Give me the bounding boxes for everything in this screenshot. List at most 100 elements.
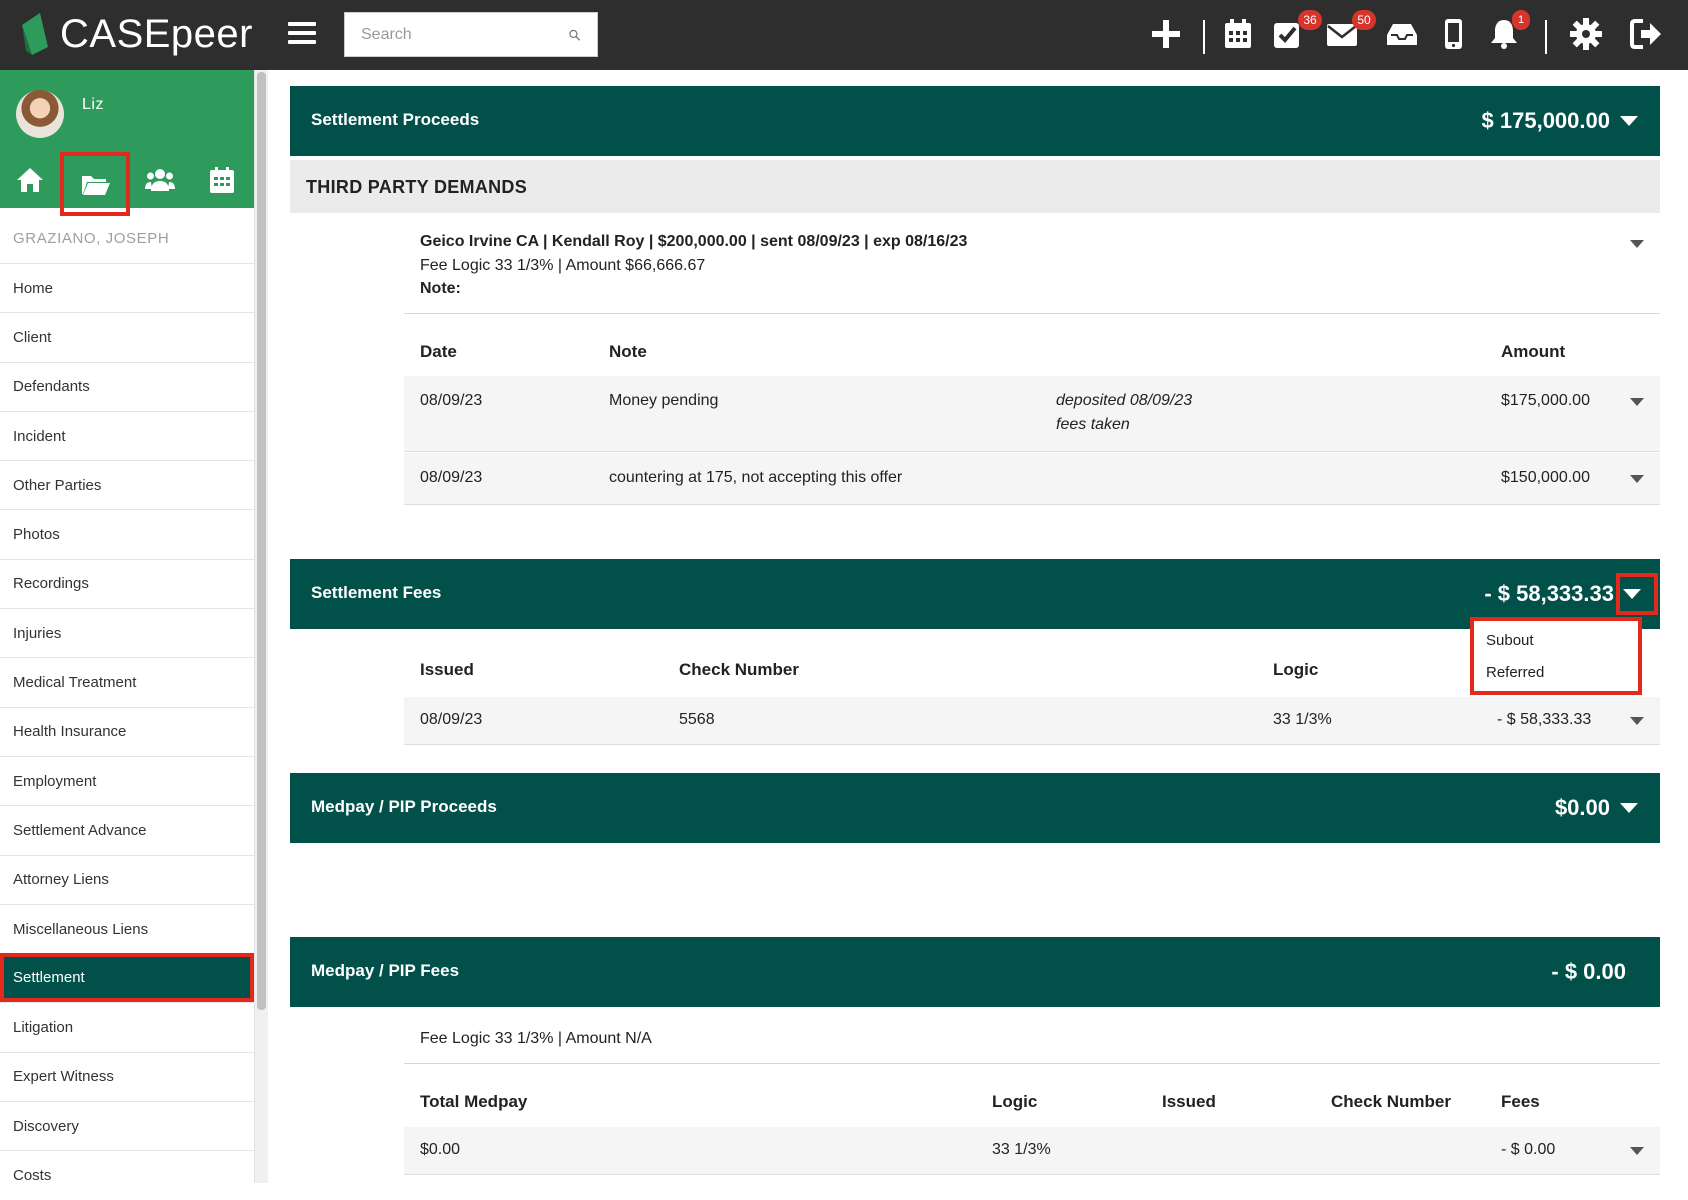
logout-icon[interactable] xyxy=(1626,14,1666,54)
chevron-down-icon[interactable] xyxy=(1630,398,1644,406)
column-header-issued: Issued xyxy=(1162,1092,1216,1111)
demand-fee-logic: Fee Logic 33 1/3% | Amount $66,666.67 xyxy=(420,257,706,274)
sidebar-item-settlement[interactable]: Settlement xyxy=(0,953,254,1003)
chevron-down-icon[interactable] xyxy=(1623,589,1641,599)
search-box xyxy=(344,12,598,57)
sidebar-item-discovery[interactable]: Discovery xyxy=(0,1101,254,1150)
bell-icon[interactable]: 1 xyxy=(1484,10,1530,54)
table-row[interactable]: 08/09/23 countering at 175, not acceptin… xyxy=(404,453,1660,505)
sidebar-item-employment[interactable]: Employment xyxy=(0,755,254,805)
search-input[interactable] xyxy=(345,13,568,56)
dropdown-option-subout[interactable]: Subout xyxy=(1474,625,1638,657)
tasks-icon[interactable]: 36 xyxy=(1268,10,1322,54)
calendar-icon[interactable] xyxy=(1218,14,1258,54)
inbox-icon[interactable] xyxy=(1382,14,1422,54)
sidebar-item-settlement-advance[interactable]: Settlement Advance xyxy=(0,805,254,854)
chevron-down-icon[interactable] xyxy=(1630,240,1644,248)
sidebar-item-injuries[interactable]: Injuries xyxy=(0,608,254,657)
mail-count-badge: 50 xyxy=(1352,10,1376,30)
subsection-title: THIRD PARTY DEMANDS xyxy=(306,177,528,197)
row-note: countering at 175, not accepting this of… xyxy=(609,469,903,486)
mail-icon[interactable]: 50 xyxy=(1322,10,1376,54)
chevron-down-icon[interactable] xyxy=(1630,475,1644,483)
chevron-down-icon[interactable] xyxy=(1630,1147,1644,1155)
chevron-down-icon[interactable] xyxy=(1620,116,1638,126)
settlement-fees-total: - $ 58,333.33 xyxy=(1484,581,1614,607)
plus-icon[interactable] xyxy=(1146,14,1186,54)
tasks-count-badge: 36 xyxy=(1298,10,1322,30)
sidebar-item-incident[interactable]: Incident xyxy=(0,410,254,460)
medpay-proceeds-header: Medpay / PIP Proceeds $0.00 xyxy=(290,773,1660,843)
settlement-proceeds-total: $ 175,000.00 xyxy=(1482,108,1638,134)
case-folder-icon[interactable] xyxy=(60,152,130,216)
toolbar-divider xyxy=(1203,20,1205,54)
sidebar-item-attorney-liens[interactable]: Attorney Liens xyxy=(0,854,254,904)
column-header-total-medpay: Total Medpay xyxy=(420,1092,528,1111)
divider xyxy=(404,1063,1660,1064)
chevron-down-icon[interactable] xyxy=(1630,717,1644,725)
toolbar-divider xyxy=(1545,20,1547,54)
column-header-issued: Issued xyxy=(420,660,474,679)
row-note-extra: fees taken xyxy=(1056,416,1130,433)
fees-dropdown-toggle[interactable] xyxy=(1616,573,1658,615)
row-fees: - $ 0.00 xyxy=(1501,1141,1556,1158)
logo-text: CASEpeer xyxy=(60,11,253,56)
sidebar-item-client[interactable]: Client xyxy=(0,312,254,361)
table-row[interactable]: 08/09/23 5568 33 1/3% - $ 58,333.33 xyxy=(404,697,1660,745)
casepeer-logo[interactable]: CASEpeer xyxy=(18,10,253,58)
scrollbar-thumb[interactable] xyxy=(257,72,266,1010)
leaf-logo-icon xyxy=(22,13,48,55)
settlement-fees-header: Settlement Fees - $ 58,333.33 xyxy=(290,559,1660,629)
dropdown-option-referred[interactable]: Referred xyxy=(1474,657,1638,689)
sidebar-item-miscellaneous-liens[interactable]: Miscellaneous Liens xyxy=(0,903,254,953)
settlement-proceeds-header: Settlement Proceeds $ 175,000.00 xyxy=(290,86,1660,156)
top-navigation-bar: CASEpeer 36 50 1 xyxy=(0,0,1688,70)
sidebar-item-defendants[interactable]: Defendants xyxy=(0,361,254,411)
row-total-medpay: $0.00 xyxy=(420,1141,461,1158)
table-row[interactable]: $0.00 33 1/3% - $ 0.00 xyxy=(404,1127,1660,1175)
sidebar-item-health-insurance[interactable]: Health Insurance xyxy=(0,706,254,756)
sidebar-item-recordings[interactable]: Recordings xyxy=(0,558,254,608)
section-title: Settlement Fees xyxy=(311,583,442,602)
table-row[interactable]: 08/09/23 Money pending deposited 08/09/2… xyxy=(404,376,1660,452)
medpay-proceeds-total: $0.00 xyxy=(1555,795,1638,821)
gear-icon[interactable] xyxy=(1566,14,1606,54)
row-check-number: 5568 xyxy=(679,711,715,728)
home-icon[interactable] xyxy=(10,160,50,200)
contacts-group-icon[interactable] xyxy=(140,160,180,200)
section-title: Medpay / PIP Fees xyxy=(311,961,460,980)
calendar-icon[interactable] xyxy=(202,160,242,200)
sidebar-item-litigation[interactable]: Litigation xyxy=(0,1002,254,1051)
sidebar-item-medical-treatment[interactable]: Medical Treatment xyxy=(0,657,254,706)
column-header-logic: Logic xyxy=(1273,660,1319,679)
medpay-fees-total: - $ 0.00 xyxy=(1551,959,1626,985)
column-header-date: Date xyxy=(420,342,457,361)
sidebar-item-photos[interactable]: Photos xyxy=(0,509,254,558)
search-icon[interactable] xyxy=(568,24,581,46)
column-header-logic: Logic xyxy=(992,1092,1038,1111)
column-header-check-number: Check Number xyxy=(1331,1092,1451,1111)
row-logic: 33 1/3% xyxy=(1273,711,1332,728)
section-amount: $ 175,000.00 xyxy=(1481,108,1610,133)
demand-summary: Geico Irvine CA | Kendall Roy | $200,000… xyxy=(420,233,968,250)
sidebar: Liz GRAZIANO, JOSEPH Home Client Defenda… xyxy=(0,70,254,1184)
column-header-note: Note xyxy=(609,342,647,361)
sidebar-item-costs[interactable]: Costs xyxy=(0,1150,254,1199)
menu-toggle-icon[interactable] xyxy=(288,22,316,46)
row-note: Money pending xyxy=(609,392,719,409)
column-header-amount: Amount xyxy=(1501,342,1566,361)
section-amount: - $ 0.00 xyxy=(1551,959,1626,984)
row-date: 08/09/23 xyxy=(420,469,483,486)
sidebar-scrollbar[interactable] xyxy=(254,70,268,1183)
sidebar-item-home[interactable]: Home xyxy=(0,263,254,312)
section-amount: - $ 58,333.33 xyxy=(1484,581,1614,606)
row-amount: $175,000.00 xyxy=(1501,392,1590,409)
mobile-icon[interactable] xyxy=(1433,14,1473,54)
avatar[interactable] xyxy=(16,90,64,138)
sidebar-item-expert-witness[interactable]: Expert Witness xyxy=(0,1051,254,1101)
medpay-fee-logic: Fee Logic 33 1/3% | Amount N/A xyxy=(420,1030,652,1047)
section-title: Medpay / PIP Proceeds xyxy=(311,797,497,816)
sidebar-item-other-parties[interactable]: Other Parties xyxy=(0,460,254,509)
case-name: GRAZIANO, JOSEPH xyxy=(13,230,170,247)
chevron-down-icon[interactable] xyxy=(1620,803,1638,813)
